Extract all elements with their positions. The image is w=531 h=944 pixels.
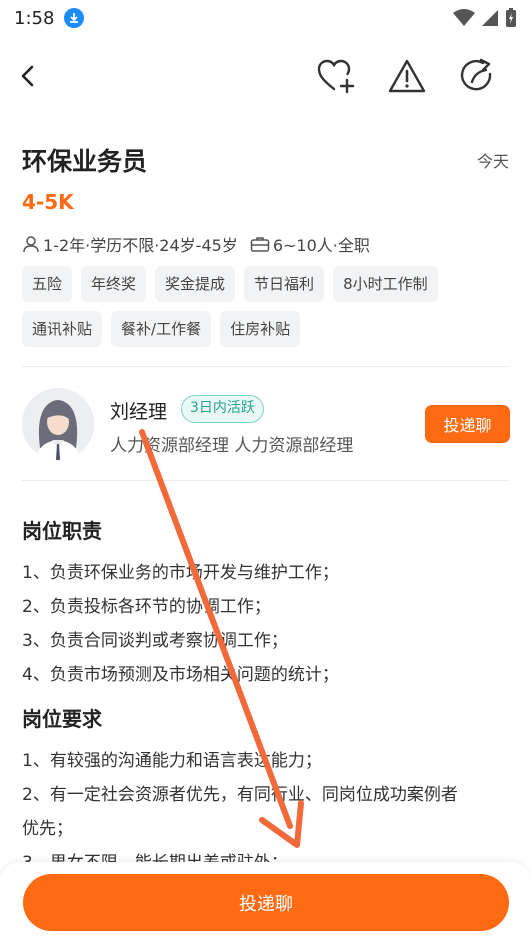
- duty-line: 1、负责环保业务的市场开发与维护工作；: [22, 563, 339, 583]
- benefit-tag: 8小时工作制: [333, 266, 438, 302]
- requirement-line: 1、有较强的沟通能力和语言表达能力；: [22, 751, 322, 771]
- job-salary: 4-5K: [22, 190, 74, 214]
- divider: [22, 480, 509, 481]
- requirement-line: 优先；: [22, 819, 73, 839]
- active-badge: 3日内活跃: [181, 395, 264, 423]
- job-date: 今天: [476, 152, 509, 171]
- share-icon[interactable]: [456, 54, 500, 98]
- chat-apply-button-small[interactable]: 投递聊: [425, 405, 510, 443]
- job-company-size: 6~10人·全职: [272, 236, 370, 255]
- duty-line: 4、负责市场预测及市场相关问题的统计；: [22, 665, 339, 685]
- benefit-tag: 奖金提成: [155, 266, 236, 302]
- divider: [22, 366, 509, 367]
- job-title: 环保业务员: [22, 147, 148, 176]
- benefit-tag: 住房补贴: [220, 311, 301, 347]
- benefit-tag: 五险: [22, 266, 73, 302]
- download-icon: [64, 8, 85, 28]
- recruiter-name: 刘经理: [110, 401, 168, 423]
- requirements-heading: 岗位要求: [22, 707, 102, 731]
- duties-heading: 岗位职责: [22, 519, 102, 543]
- person-icon: [23, 236, 39, 253]
- benefit-tag: 年终奖: [81, 266, 147, 302]
- recruiter-title: 人力资源部经理 人力资源部经理: [110, 436, 354, 456]
- status-bar: 1:58: [0, 0, 531, 36]
- benefit-tag: 餐补/工作餐: [111, 311, 212, 347]
- battery-icon: [506, 8, 516, 27]
- signal-icon: [482, 10, 498, 26]
- avatar[interactable]: [22, 388, 94, 460]
- status-time: 1:58: [14, 7, 55, 29]
- duty-line: 2、负责投标各环节的协调工作；: [22, 597, 271, 617]
- job-requirements: 1-2年·学历不限·24岁-45岁: [43, 236, 238, 255]
- duty-line: 3、负责合同谈判或考察协调工作；: [22, 631, 288, 651]
- benefit-tags: 五险 年终奖 奖金提成 节日福利 8小时工作制 通讯补贴 餐补/工作餐 住房补贴: [22, 266, 502, 347]
- nav-bar: [0, 50, 531, 106]
- benefit-tag: 节日福利: [244, 266, 325, 302]
- benefit-tag: 通讯补贴: [22, 311, 103, 347]
- briefcase-icon: [250, 237, 270, 252]
- back-icon[interactable]: [6, 54, 50, 98]
- report-warning-icon[interactable]: [385, 54, 429, 98]
- job-meta: 1-2年·学历不限·24岁-45岁 6~10人·全职: [22, 232, 370, 256]
- favorite-add-icon[interactable]: [314, 54, 358, 98]
- wifi-icon: [453, 9, 475, 26]
- chat-apply-button[interactable]: 投递聊: [23, 874, 509, 931]
- requirement-line: 2、有一定社会资源者优先，有同行业、同岗位成功案例者: [22, 785, 458, 805]
- status-icons: [453, 8, 517, 28]
